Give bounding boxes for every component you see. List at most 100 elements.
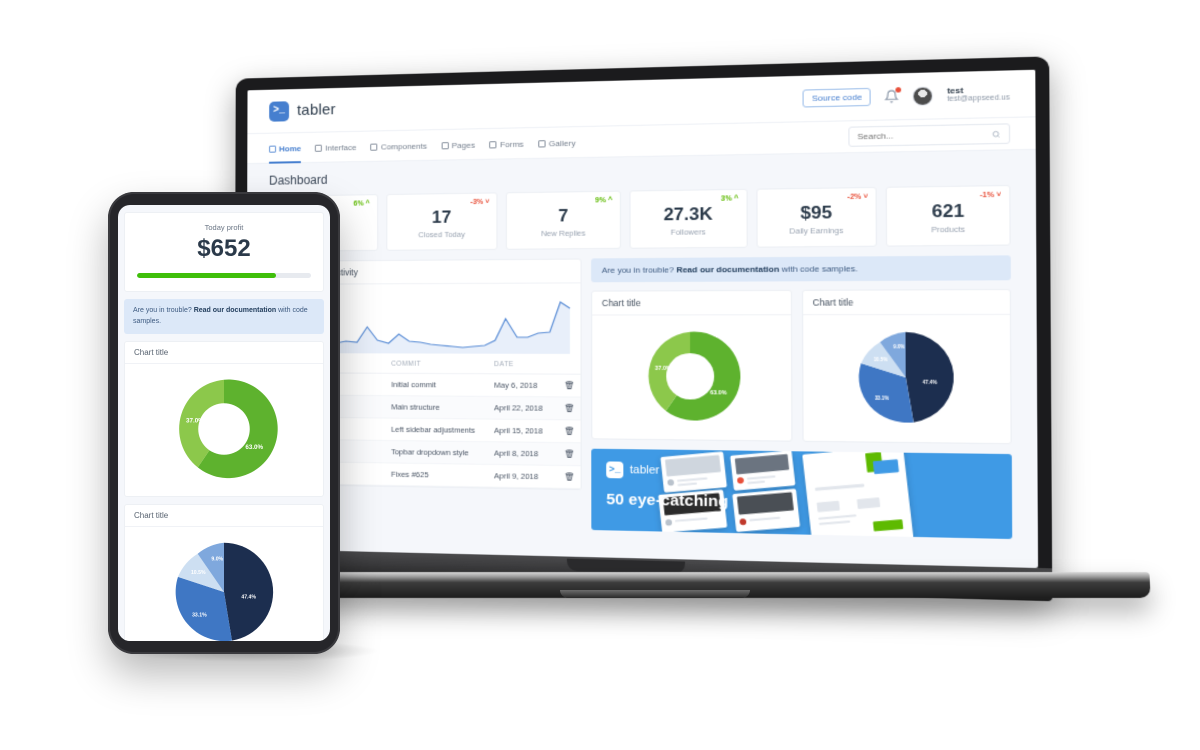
pie-slice-label-3: 10.5%: [191, 570, 206, 576]
gallery-icon: [538, 140, 546, 148]
pie-chart: 47.4% 33.1% 10.5% 9.0%: [858, 332, 954, 423]
nav-item-forms[interactable]: Forms: [489, 128, 524, 158]
tablet-screen: Today profit $652 Are you in trouble? Re…: [118, 205, 330, 641]
nav-item-home[interactable]: Home: [269, 133, 301, 163]
stat-card-daily-earnings[interactable]: -2% ˅ $95 Daily Earnings: [756, 186, 878, 248]
user-avatar[interactable]: [912, 85, 934, 106]
cell-date: May 6, 2018: [487, 373, 558, 397]
components-icon: [370, 143, 378, 151]
tablet-device: Today profit $652 Are you in trouble? Re…: [108, 192, 340, 654]
stat-value: 17: [431, 207, 452, 227]
chart-title: Chart title: [125, 505, 323, 527]
donut-slice-label-1: 63.0%: [710, 390, 727, 397]
pie-slice-label-1: 47.4%: [922, 379, 936, 385]
stat-trend: -3% ˅: [470, 198, 490, 207]
laptop-lid: >_ tabler Source code test test@appseed.…: [234, 56, 1053, 602]
promo-banner[interactable]: >_ tabler 50 eye-catching: [591, 448, 1013, 540]
nav-item-label: Home: [278, 144, 302, 154]
charts-column: Are you in trouble? Read our documentati…: [591, 255, 1013, 540]
promo-brand: >_ tabler: [606, 461, 728, 480]
stat-trend: 3% ^: [720, 195, 739, 203]
profit-progress-bar: [137, 273, 311, 278]
alert-link[interactable]: Read our documentation: [194, 307, 276, 314]
col-date: DATE: [487, 355, 558, 375]
laptop-base-lip: [560, 590, 750, 598]
cell-date: April 22, 2018: [487, 396, 558, 420]
chart-title: Chart title: [802, 290, 1010, 316]
scene: >_ tabler Source code test test@appseed.…: [0, 0, 1200, 750]
stat-label: Followers: [670, 227, 706, 237]
alert-link[interactable]: Read our documentation: [676, 264, 779, 274]
delete-icon[interactable]: 🗑: [557, 465, 581, 489]
topbar-right: Source code test test@appseed.us: [803, 84, 1010, 108]
donut-chart: 63.0% 37.0%: [648, 331, 741, 422]
user-email: test@appseed.us: [947, 94, 1010, 104]
cell-commit: Left sidebar adjustments: [384, 418, 488, 442]
stat-value: 621: [931, 200, 965, 222]
pages-icon: [441, 142, 449, 150]
nav-item-pages[interactable]: Pages: [441, 129, 475, 159]
nav-item-label: Interface: [325, 142, 357, 153]
promo-headline: 50 eye-catching: [606, 490, 729, 511]
stat-card-followers[interactable]: 3% ^ 27.3K Followers: [629, 188, 748, 249]
nav-item-components[interactable]: Components: [370, 130, 427, 161]
notification-badge-dot: [895, 87, 902, 93]
chart-title: Chart title: [592, 290, 791, 316]
stat-card-products[interactable]: -1% ˅ 621 Products: [886, 184, 1011, 247]
cell-commit: Main structure: [384, 395, 488, 420]
pie-slice-label-4: 9.0%: [893, 344, 905, 349]
stat-value: 7: [558, 205, 569, 226]
stat-trend: -1% ˅: [979, 191, 1002, 200]
alert-lead: Are you in trouble?: [133, 307, 192, 314]
delete-icon[interactable]: 🗑: [557, 442, 581, 466]
chart-pair: Chart title 63.0% 37.0% Chart title 47.4…: [591, 288, 1012, 445]
promo-mini-card: [682, 533, 772, 540]
documentation-alert[interactable]: Are you in trouble? Read our documentati…: [591, 255, 1011, 283]
alert-tail: with code samples.: [781, 263, 858, 274]
tablet-documentation-alert[interactable]: Are you in trouble? Read our documentati…: [124, 299, 324, 334]
tablet-pie-canvas: 47.4% 33.1% 10.5% 9.0%: [125, 527, 323, 641]
col-actions: [557, 355, 581, 375]
search-icon[interactable]: [992, 129, 1001, 138]
chart-title: Chart title: [125, 342, 323, 364]
nav-item-label: Pages: [451, 140, 476, 151]
stat-trend: 6% ^: [353, 200, 370, 208]
stat-card-new-replies[interactable]: 9% ^ 7 New Replies: [506, 190, 621, 250]
search-box[interactable]: [848, 123, 1011, 147]
stat-card-closed-today[interactable]: -3% ˅ 17 Closed Today: [385, 192, 498, 251]
nav-item-label: Components: [380, 141, 427, 152]
stat-label: Products: [931, 224, 966, 235]
cell-commit: Fixes #625: [384, 462, 488, 488]
delete-icon[interactable]: 🗑: [557, 374, 581, 398]
nav-item-interface[interactable]: Interface: [315, 132, 356, 162]
home-icon: [269, 145, 277, 153]
nav-item-label: Forms: [500, 139, 524, 150]
brand-name: tabler: [296, 101, 336, 120]
search-input[interactable]: [857, 129, 988, 142]
tablet-donut-canvas: 63.0% 37.0%: [125, 364, 323, 496]
stat-trend: 9% ^: [595, 196, 613, 205]
notifications-bell-icon[interactable]: [885, 87, 902, 103]
stat-value: $95: [800, 202, 833, 223]
pie-slice-label-1: 47.4%: [241, 595, 256, 601]
stat-value: 27.3K: [663, 203, 713, 225]
col-commit: COMMIT: [384, 355, 488, 374]
brand[interactable]: >_ tabler: [269, 100, 336, 122]
tabler-logo-icon: >_: [606, 461, 624, 479]
delete-icon[interactable]: 🗑: [557, 396, 581, 420]
source-code-button[interactable]: Source code: [803, 87, 872, 108]
pie-slice-label-2: 33.1%: [192, 613, 207, 619]
stat-label: Closed Today: [418, 229, 465, 240]
cell-commit: Initial commit: [384, 373, 488, 397]
nav-item-gallery[interactable]: Gallery: [538, 127, 576, 158]
user-meta[interactable]: test test@appseed.us: [947, 84, 1010, 104]
pie-chart-card: Chart title 47.4% 33.1% 10.5% 9.0%: [801, 288, 1012, 445]
profit-progress-fill: [137, 273, 277, 278]
delete-icon[interactable]: 🗑: [557, 419, 581, 443]
pie-slice-label-2: 33.1%: [875, 396, 889, 402]
cell-date: April 15, 2018: [487, 419, 558, 443]
donut-chart-canvas: 63.0% 37.0%: [592, 315, 791, 440]
interface-icon: [315, 144, 323, 152]
stat-cards-row: 6% ^ 43 Tickets -3% ˅ 17 Closed Today 9%…: [268, 184, 1011, 252]
tablet-pie-chart-card: Chart title 47.4% 33.1% 10.5% 9.0%: [124, 504, 324, 641]
